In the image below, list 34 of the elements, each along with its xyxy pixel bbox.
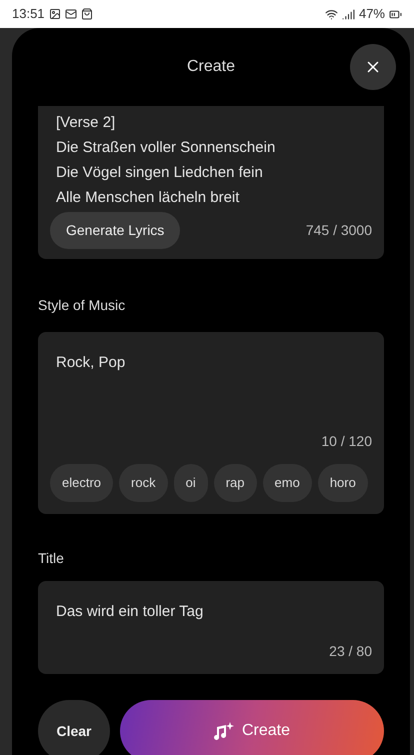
style-value: Rock, Pop: [55, 353, 126, 373]
style-tag[interactable]: oi: [174, 464, 208, 502]
section-label: Title: [38, 548, 65, 568]
generate-lyrics-button[interactable]: Generate Lyrics: [50, 212, 180, 249]
style-tag[interactable]: electro: [50, 464, 114, 502]
status-time: 13:51: [12, 5, 45, 24]
title-value: Das wird ein toller Tag: [55, 602, 204, 622]
battery-icon: [389, 8, 402, 20]
bag-icon: [80, 8, 93, 20]
style-tag[interactable]: emo: [262, 464, 312, 502]
style-tag[interactable]: horo: [318, 464, 368, 502]
wifi-icon: [324, 8, 338, 20]
lyrics-line: Die Vögel singen Liedchen fein: [55, 163, 264, 183]
clear-button[interactable]: Clear: [38, 700, 110, 755]
style-field[interactable]: Rock, Pop 10 / 120 electro rock oi rap emo horo: [38, 332, 384, 514]
character-count: 23 / 80: [329, 642, 372, 661]
signal-icon: [342, 8, 355, 20]
battery-level: 47%: [358, 5, 385, 24]
close-button[interactable]: [350, 44, 396, 90]
create-button[interactable]: Create: [120, 700, 384, 755]
lyrics-line: Die Straßen voller Sonnenschein: [55, 138, 276, 158]
lyrics-line: [Verse 2]: [55, 113, 116, 133]
title-field[interactable]: Das wird ein toller Tag 23 / 80: [38, 580, 384, 674]
mail-icon: [64, 8, 77, 20]
music-note-icon: [214, 722, 234, 740]
style-tag[interactable]: rap: [214, 464, 257, 502]
gallery-icon: [48, 8, 61, 20]
character-count: 745 / 3000: [306, 221, 372, 240]
style-tag[interactable]: rock: [119, 464, 168, 502]
section-label: Style of Music: [38, 296, 126, 315]
lyrics-field[interactable]: [Verse 2] Die Straßen voller Sonnenschein Die Vögel singen Liedchen fein Alle Menschen lächeln breit Generate Lyrics 745 / 3000: [38, 106, 384, 259]
character-count: 10 / 120: [321, 432, 372, 450]
sheet-title: Create: [186, 57, 236, 77]
lyrics-line: Alle Menschen lächeln breit: [55, 188, 240, 208]
